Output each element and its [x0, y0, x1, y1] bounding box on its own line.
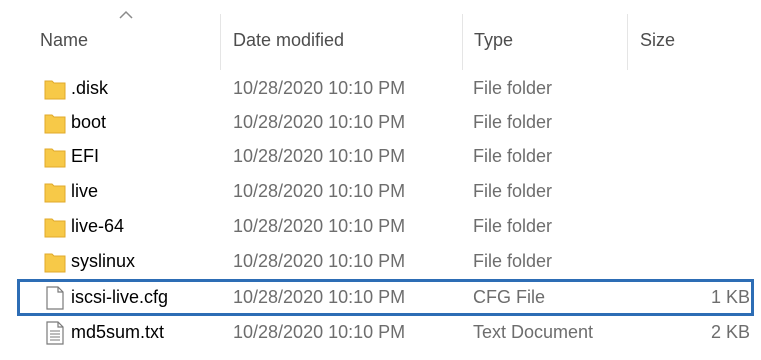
file-row[interactable]: live-64 10/28/2020 10:10 PM File folder	[20, 210, 755, 243]
file-row[interactable]: syslinux 10/28/2020 10:10 PM File folder	[20, 245, 755, 278]
file-type: File folder	[473, 181, 553, 201]
file-name: live	[71, 181, 99, 201]
file-size: 2 KB	[710, 322, 750, 342]
file-row[interactable]: boot 10/28/2020 10:10 PM File folder	[20, 106, 755, 139]
file-type: Text Document	[473, 322, 594, 342]
column-header-date-modified[interactable]: Date modified	[233, 0, 344, 80]
file-date-modified: 10/28/2020 10:10 PM	[233, 287, 406, 307]
file-name: boot	[71, 112, 107, 132]
column-separator[interactable]	[462, 14, 463, 70]
file-date-modified: 10/28/2020 10:10 PM	[233, 251, 406, 271]
folder-icon	[44, 183, 66, 203]
file-row-highlighted[interactable]: iscsi-live.cfg 10/28/2020 10:10 PM CFG F…	[20, 281, 755, 314]
column-separator[interactable]	[220, 14, 221, 70]
file-date-modified: 10/28/2020 10:10 PM	[233, 78, 406, 98]
file-icon	[46, 286, 64, 310]
file-row[interactable]: md5sum.txt 10/28/2020 10:10 PM Text Docu…	[20, 316, 755, 349]
file-row[interactable]: .disk 10/28/2020 10:10 PM File folder	[20, 72, 755, 105]
file-type: File folder	[473, 251, 553, 271]
file-date-modified: 10/28/2020 10:10 PM	[233, 216, 406, 236]
file-type: File folder	[473, 112, 553, 132]
folder-icon	[44, 114, 66, 134]
folder-icon	[44, 218, 66, 238]
file-name: md5sum.txt	[71, 322, 165, 342]
folder-icon	[44, 253, 66, 273]
file-size: 1 KB	[710, 287, 750, 307]
file-name: iscsi-live.cfg	[71, 287, 169, 307]
file-type: File folder	[473, 78, 553, 98]
file-date-modified: 10/28/2020 10:10 PM	[233, 112, 406, 132]
folder-icon	[44, 148, 66, 168]
column-header-size[interactable]: Size	[640, 0, 675, 80]
file-type: File folder	[473, 146, 553, 166]
file-name: EFI	[71, 146, 100, 166]
file-type: CFG File	[473, 287, 545, 307]
file-date-modified: 10/28/2020 10:10 PM	[233, 322, 406, 342]
column-separator[interactable]	[627, 14, 628, 70]
file-name: live-64	[71, 216, 125, 236]
file-date-modified: 10/28/2020 10:10 PM	[233, 181, 406, 201]
file-explorer-list: Name Date modified Type Size .disk 10/28…	[0, 0, 761, 360]
column-header-bar: Name Date modified Type Size	[0, 0, 761, 80]
column-header-name[interactable]: Name	[40, 0, 88, 80]
sort-ascending-icon[interactable]	[118, 10, 134, 20]
file-date-modified: 10/28/2020 10:10 PM	[233, 146, 406, 166]
file-name: syslinux	[71, 251, 136, 271]
file-type: File folder	[473, 216, 553, 236]
folder-icon	[44, 80, 66, 100]
column-header-type[interactable]: Type	[474, 0, 513, 80]
text-file-icon	[46, 321, 64, 345]
file-row[interactable]: EFI 10/28/2020 10:10 PM File folder	[20, 140, 755, 173]
file-name: .disk	[71, 78, 109, 98]
file-row[interactable]: live 10/28/2020 10:10 PM File folder	[20, 175, 755, 208]
